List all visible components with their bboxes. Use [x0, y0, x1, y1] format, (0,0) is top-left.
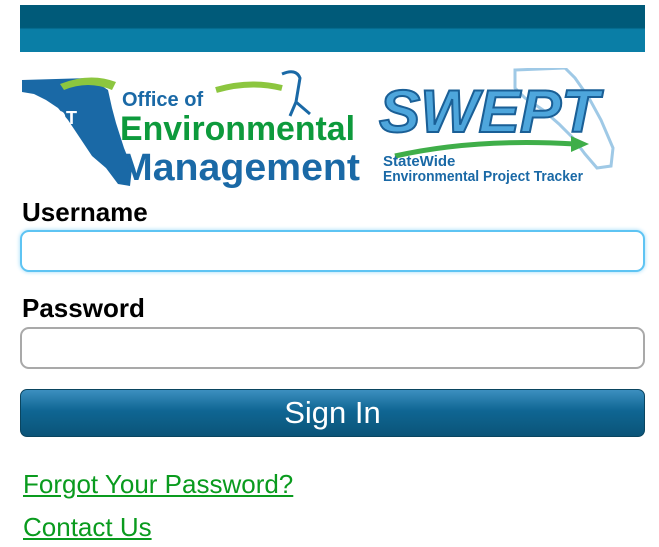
username-input[interactable] — [20, 230, 645, 272]
password-label: Password — [22, 293, 145, 323]
header-bar — [20, 5, 645, 52]
tracker-subtitle: Environmental Project Tracker — [383, 168, 583, 185]
fdot-badge: FDOT — [28, 108, 77, 128]
sign-in-button[interactable]: Sign In — [20, 389, 645, 437]
username-label: Username — [22, 197, 148, 227]
logo-row: FDOT Office of Environmental Management … — [20, 68, 620, 188]
swept-logo: SWEPT StateWide Environmental Project Tr… — [378, 68, 615, 185]
swept-title: SWEPT — [379, 78, 603, 145]
environmental-text: Environmental — [120, 110, 355, 148]
management-text: Management — [120, 147, 360, 188]
contact-us-link[interactable]: Contact Us — [23, 512, 152, 543]
forgot-password-link[interactable]: Forgot Your Password? — [23, 469, 293, 500]
office-of-text: Office of — [122, 89, 203, 111]
password-input[interactable] — [20, 327, 645, 369]
fdot-oem-logo: FDOT Office of Environmental Management — [22, 70, 360, 188]
